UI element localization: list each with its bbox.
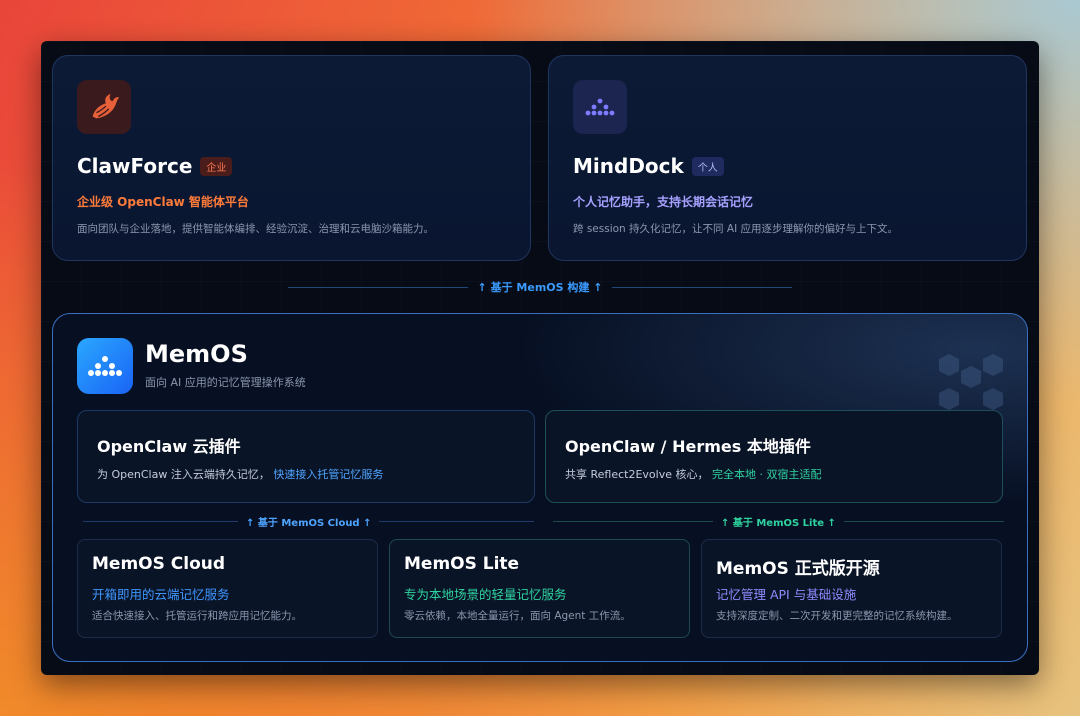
clawforce-title: ClawForce	[77, 154, 193, 178]
edition-description: 支持深度定制、二次开发和更完整的记忆系统构建。	[716, 610, 958, 622]
connector-line-left	[287, 286, 468, 288]
architecture-panel: ClawForce 企业 企业级 OpenClaw 智能体平台 面向团队与企业落…	[41, 41, 1039, 675]
clawforce-subtitle: 企业级 OpenClaw 智能体平台	[77, 195, 249, 209]
edition-subtitle: 开箱即用的云端记忆服务	[92, 587, 230, 602]
cloud-plugin-desc-text: 为 OpenClaw 注入云端持久记忆，	[97, 468, 270, 481]
minddock-card[interactable]: MindDock 个人 个人记忆助手，支持长期会话记忆 跨 session 持久…	[548, 55, 1027, 261]
openclaw-hermes-local-plugin-card[interactable]: OpenClaw / Hermes 本地插件 共享 Reflect2Evolve…	[545, 410, 1003, 503]
connector-line	[83, 521, 238, 522]
clawforce-title-row: ClawForce 企业	[77, 154, 233, 178]
memos-open-source-card[interactable]: MemOS 正式版开源 记忆管理 API 与基础设施 支持深度定制、二次开发和更…	[701, 539, 1002, 638]
edition-subtitle: 记忆管理 API 与基础设施	[716, 587, 857, 602]
openclaw-cloud-plugin-card[interactable]: OpenClaw 云插件 为 OpenClaw 注入云端持久记忆， 快速接入托管…	[77, 410, 535, 503]
minddock-description: 跨 session 持久化记忆，让不同 AI 应用逐步理解你的偏好与上下文。	[573, 223, 898, 235]
minddock-title: MindDock	[573, 154, 684, 178]
edition-description: 适合快速接入、托管运行和跨应用记忆能力。	[92, 610, 302, 622]
lobster-claw-icon	[77, 80, 131, 134]
minddock-title-row: MindDock 个人	[573, 154, 724, 178]
clawforce-card[interactable]: ClawForce 企业 企业级 OpenClaw 智能体平台 面向团队与企业落…	[52, 55, 531, 261]
cloud-plugin-highlight: 快速接入托管记忆服务	[273, 468, 384, 481]
edition-title: MemOS Cloud	[92, 554, 226, 574]
minddock-subtitle: 个人记忆助手，支持长期会话记忆	[573, 195, 754, 209]
edition-title: MemOS 正式版开源	[716, 559, 880, 579]
connector-line	[553, 521, 713, 522]
connector-line	[379, 521, 535, 522]
local-plugin-desc-text: 共享 Reflect2Evolve 核心，	[565, 468, 709, 481]
cloud-plugin-title: OpenClaw 云插件	[97, 437, 241, 456]
local-plugin-highlight: 完全本地 · 双宿主适配	[712, 468, 822, 481]
edition-title: MemOS Lite	[404, 554, 520, 574]
memos-logo-icon	[77, 338, 133, 394]
memos-m-icon	[573, 80, 627, 134]
cloud-plugin-description: 为 OpenClaw 注入云端持久记忆， 快速接入托管记忆服务	[97, 466, 383, 482]
built-on-cloud-label: ↑ 基于 MemOS Cloud ↑	[246, 518, 372, 529]
connector-line	[843, 521, 1004, 522]
built-on-cloud-connector: ↑ 基于 MemOS Cloud ↑	[83, 514, 535, 529]
built-on-lite-label: ↑ 基于 MemOS Lite ↑	[721, 518, 836, 529]
built-on-memos-label: ↑ 基于 MemOS 构建 ↑	[477, 281, 603, 294]
personal-tag: 个人	[691, 156, 724, 176]
built-on-lite-connector: ↑ 基于 MemOS Lite ↑	[553, 514, 1004, 529]
memos-card: MemOS 面向 AI 应用的记忆管理操作系统 OpenClaw 云插件 为 O…	[52, 313, 1028, 662]
memos-lite-card[interactable]: MemOS Lite 专为本地场景的轻量记忆服务 零云依赖，本地全量运行，面向 …	[389, 539, 690, 638]
edition-description: 零云依赖，本地全量运行，面向 Agent 工作流。	[404, 610, 631, 622]
local-plugin-description: 共享 Reflect2Evolve 核心， 完全本地 · 双宿主适配	[565, 466, 822, 482]
clawforce-description: 面向团队与企业落地，提供智能体编排、经验沉淀、治理和云电脑沙箱能力。	[77, 223, 434, 235]
local-plugin-title: OpenClaw / Hermes 本地插件	[565, 437, 811, 456]
memos-cloud-card[interactable]: MemOS Cloud 开箱即用的云端记忆服务 适合快速接入、托管运行和跨应用记…	[77, 539, 378, 638]
connector-line-right	[612, 286, 793, 288]
memos-subtitle: 面向 AI 应用的记忆管理操作系统	[145, 376, 306, 389]
built-on-memos-connector: ↑ 基于 MemOS 构建 ↑	[41, 279, 1039, 295]
memos-title: MemOS	[145, 340, 248, 368]
enterprise-tag: 企业	[200, 156, 233, 176]
edition-subtitle: 专为本地场景的轻量记忆服务	[404, 587, 567, 602]
